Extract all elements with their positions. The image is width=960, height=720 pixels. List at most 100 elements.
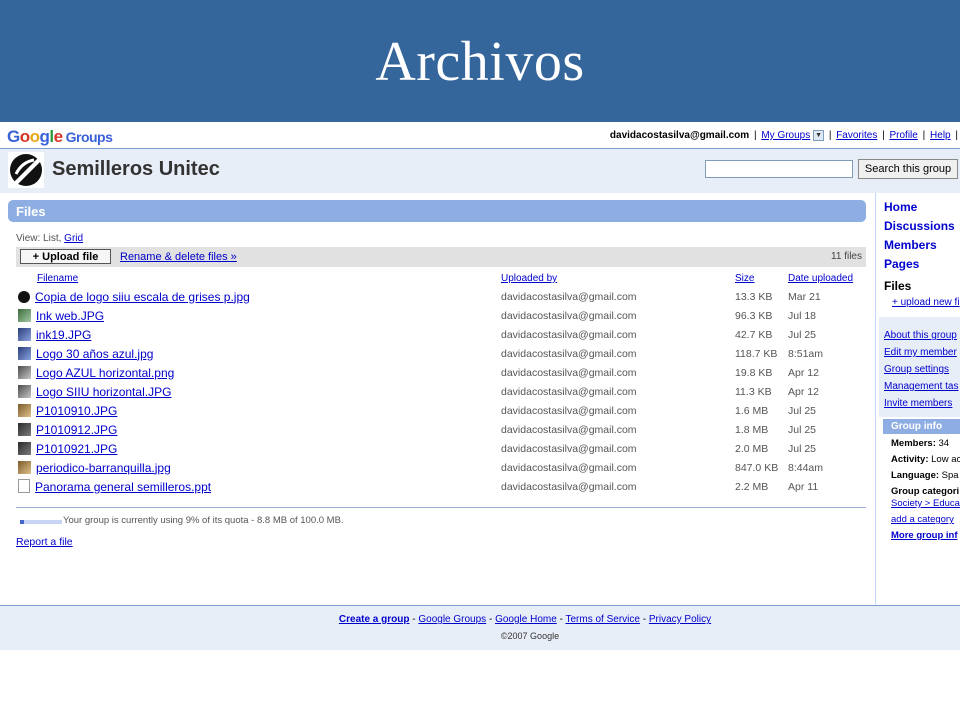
table-row: periodico-barranquilla.jpg davidacostasil…: [16, 458, 866, 477]
quota-fill: [20, 520, 24, 524]
table-row: P1010912.JPG davidacostasilva@gmail.com 1.…: [16, 420, 866, 439]
quota-bar: [20, 520, 62, 524]
filename-link[interactable]: P1010912.JPG: [36, 423, 117, 437]
image-file-icon: [18, 365, 31, 379]
report-file-link[interactable]: Report a file: [16, 536, 73, 548]
logo-product: Groups: [65, 129, 113, 145]
filename-link[interactable]: Logo 30 años azul.jpg: [36, 347, 153, 361]
file-size: 847.0 KB: [735, 461, 779, 474]
image-file-icon: [18, 460, 31, 474]
file-size: 96.3 KB: [735, 309, 773, 322]
file-size: 2.0 MB: [735, 442, 769, 455]
google-home-link[interactable]: Google Home: [495, 614, 557, 625]
files-title-bar: Files: [8, 200, 866, 222]
browser-screenshot: Google Groups davidacostasilva@gmail.com …: [0, 122, 960, 650]
user-nav: davidacostasilva@gmail.com | My Groups ▼…: [609, 130, 958, 142]
uploaded-by: davidacostasilva@gmail.com: [501, 347, 637, 360]
slide-header: Archivos: [0, 0, 960, 122]
invite-members-link[interactable]: Invite members: [884, 398, 952, 409]
search-group-button[interactable]: Search this group: [858, 159, 958, 179]
manage-box: About this group Edit my member Group se…: [879, 317, 960, 417]
activity-info: Activity: Low ac: [891, 454, 960, 465]
help-link[interactable]: Help: [930, 130, 951, 141]
filename-link[interactable]: Ink web.JPG: [36, 309, 104, 323]
google-groups-logo[interactable]: Google Groups: [7, 127, 113, 147]
privacy-policy-link[interactable]: Privacy Policy: [649, 614, 711, 625]
top-bar: Google Groups davidacostasilva@gmail.com …: [0, 122, 960, 148]
filename-link[interactable]: periodico-barranquilla.jpg: [36, 461, 171, 475]
nav-discussions-link[interactable]: Discussions: [884, 219, 955, 233]
date-uploaded: 8:51am: [788, 347, 824, 360]
group-info-title: Group info: [883, 419, 960, 434]
files-toolbar: + Upload file Rename & delete files » 11…: [16, 247, 866, 267]
filename-link[interactable]: Copia de logo siiu escala de grises p.jp…: [35, 290, 250, 304]
view-grid-link[interactable]: Grid: [64, 233, 83, 244]
group-info-box: Group info Members: 34 Activity: Low ac …: [881, 419, 960, 549]
table-row: P1010921.JPG davidacostasilva@gmail.com 2.…: [16, 439, 866, 458]
nav-members-link[interactable]: Members: [884, 238, 937, 252]
sort-size-link[interactable]: Size: [735, 273, 754, 284]
date-uploaded: Apr 12: [788, 366, 819, 379]
page-title: Files: [16, 204, 46, 219]
my-groups-link[interactable]: My Groups: [761, 130, 810, 141]
filename-link[interactable]: Logo SIIU horizontal.JPG: [36, 385, 171, 399]
file-size: 42.7 KB: [735, 328, 773, 341]
filename-link[interactable]: Logo AZUL horizontal.png: [36, 366, 174, 380]
profile-link[interactable]: Profile: [890, 130, 918, 141]
sort-uploaded-by-link[interactable]: Uploaded by: [501, 273, 557, 284]
chevron-down-icon[interactable]: ▼: [813, 130, 825, 141]
date-uploaded: Jul 25: [788, 328, 817, 341]
terms-of-service-link[interactable]: Terms of Service: [566, 614, 640, 625]
document-file-icon: [18, 479, 30, 493]
filename-link[interactable]: P1010910.JPG: [36, 404, 117, 418]
upload-new-file-link[interactable]: + upload new fi: [892, 297, 960, 308]
table-row: Ink web.JPG davidacostasilva@gmail.com 96.…: [16, 306, 866, 325]
add-category-link[interactable]: add a category: [891, 514, 954, 525]
filename-link[interactable]: ink19.JPG: [36, 328, 91, 342]
uploaded-by: davidacostasilva@gmail.com: [501, 423, 637, 436]
category-link[interactable]: Society > Educa: [891, 498, 960, 509]
categories-label: Group categori: [891, 486, 960, 497]
table-row: Logo AZUL horizontal.png davidacostasilva…: [16, 363, 866, 382]
sort-date-link[interactable]: Date uploaded: [788, 273, 853, 284]
google-groups-link[interactable]: Google Groups: [418, 614, 486, 625]
about-group-link[interactable]: About this group: [884, 330, 957, 341]
group-settings-link[interactable]: Group settings: [884, 364, 949, 375]
files-table: Filename Uploaded by Size Date uploaded …: [16, 270, 866, 496]
table-row: Panorama general semilleros.ppt davidacos…: [16, 477, 866, 496]
uploaded-by: davidacostasilva@gmail.com: [501, 328, 637, 341]
date-uploaded: 8:44am: [788, 461, 824, 474]
date-uploaded: Jul 25: [788, 423, 817, 436]
file-size: 13.3 KB: [735, 290, 773, 303]
sort-filename-link[interactable]: Filename: [37, 273, 78, 284]
date-uploaded: Jul 18: [788, 309, 817, 322]
image-file-icon: [18, 327, 31, 341]
filename-link[interactable]: P1010921.JPG: [36, 442, 117, 456]
file-size: 1.6 MB: [735, 404, 769, 417]
uploaded-by: davidacostasilva@gmail.com: [501, 461, 637, 474]
quota-text: Your group is currently using 9% of its …: [63, 515, 344, 526]
file-size: 1.8 MB: [735, 423, 769, 436]
uploaded-by: davidacostasilva@gmail.com: [501, 366, 637, 379]
edit-membership-link[interactable]: Edit my member: [884, 347, 957, 358]
nav-pages-link[interactable]: Pages: [884, 257, 919, 271]
date-uploaded: Mar 21: [788, 290, 821, 303]
table-row: Copia de logo siiu escala de grises p.jp…: [16, 287, 866, 306]
group-logo-icon: [8, 152, 44, 188]
view-label: View: List,: [16, 233, 62, 244]
divider: [16, 507, 866, 508]
filename-link[interactable]: Panorama general semilleros.ppt: [35, 480, 211, 494]
search-input[interactable]: [705, 160, 853, 178]
footer-links: Create a group - Google Groups - Google …: [338, 614, 712, 625]
more-group-info-link[interactable]: More group inf: [891, 530, 958, 541]
favorites-link[interactable]: Favorites: [836, 130, 877, 141]
rename-delete-link[interactable]: Rename & delete files »: [120, 251, 237, 263]
upload-file-button[interactable]: + Upload file: [20, 249, 111, 264]
nav-home-link[interactable]: Home: [884, 200, 917, 214]
slide-title: Archivos: [375, 31, 585, 93]
user-email: davidacostasilva@gmail.com: [609, 130, 750, 142]
footer: Create a group - Google Groups - Google …: [0, 606, 960, 650]
management-tasks-link[interactable]: Management tas: [884, 381, 959, 392]
file-size: 19.8 KB: [735, 366, 773, 379]
create-group-link[interactable]: Create a group: [339, 614, 410, 625]
